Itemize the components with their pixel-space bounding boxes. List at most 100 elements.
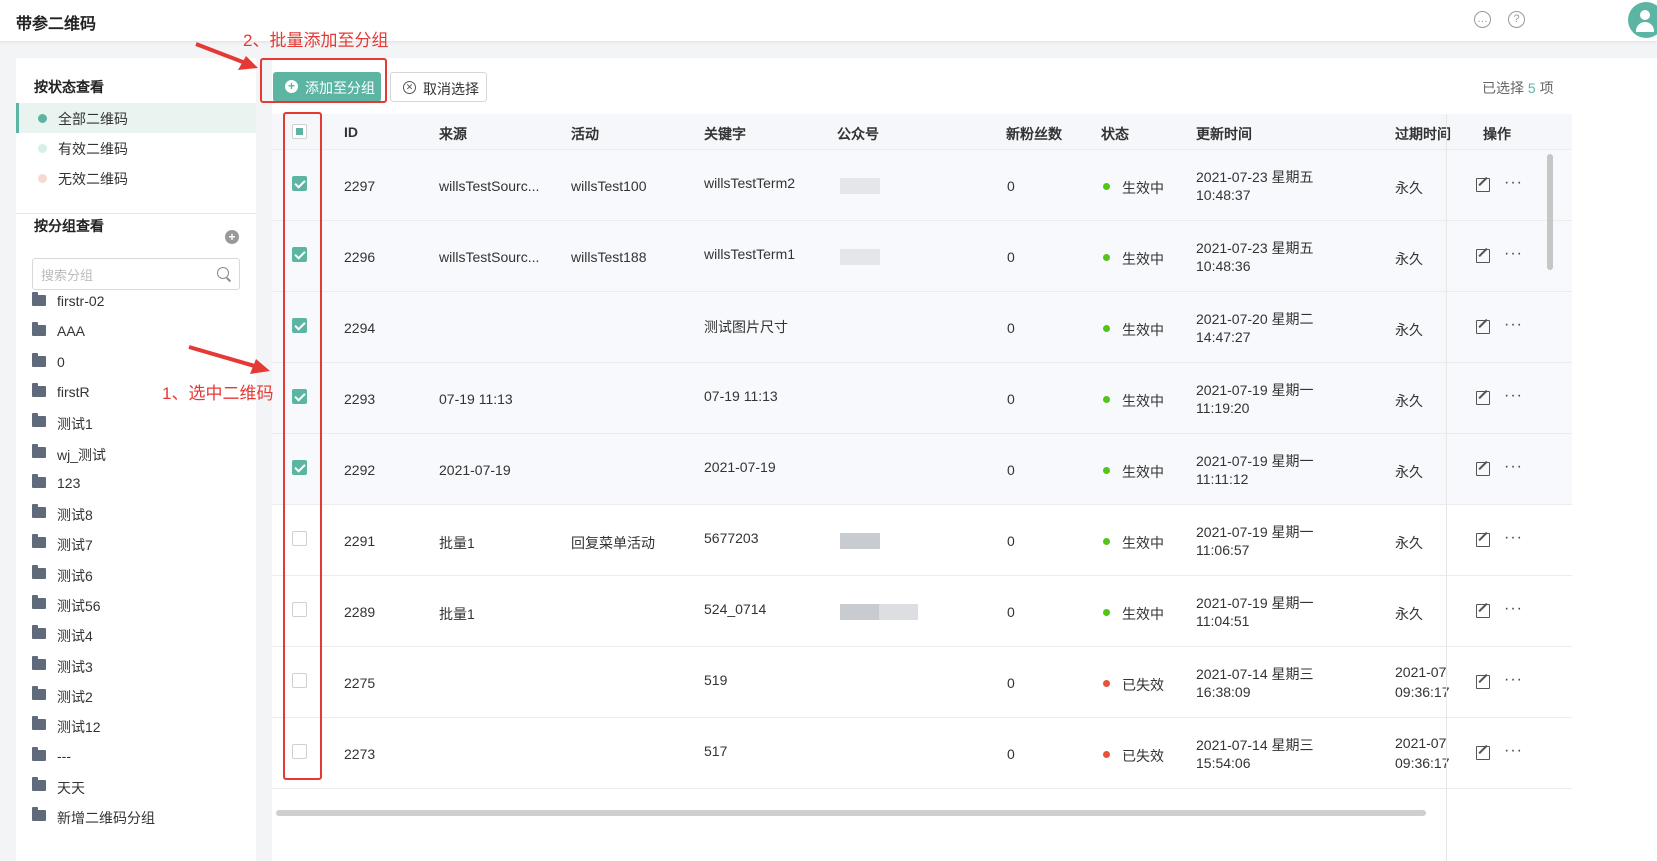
cell-status: 已失效 bbox=[1122, 748, 1164, 764]
folder-icon bbox=[32, 564, 46, 579]
group-search-input[interactable] bbox=[41, 265, 211, 285]
folder-icon bbox=[32, 655, 46, 670]
cell-expire: 永久 bbox=[1395, 180, 1423, 196]
group-item[interactable]: firstr-02 bbox=[16, 287, 256, 317]
group-item-label: 测试3 bbox=[57, 658, 93, 675]
edit-icon[interactable] bbox=[1476, 675, 1490, 689]
group-item[interactable]: wj_测试 bbox=[16, 439, 256, 469]
more-icon[interactable]: ··· bbox=[1504, 458, 1523, 476]
folder-icon bbox=[32, 534, 46, 549]
more-icon[interactable]: ··· bbox=[1504, 174, 1523, 192]
folder-icon bbox=[32, 776, 46, 791]
table-row[interactable]: 2293 07-19 11:13 07-19 11:13 0 生效中 2021-07-19… bbox=[272, 363, 1572, 434]
edit-icon[interactable] bbox=[1476, 746, 1490, 760]
table-row[interactable]: 2296 willsTestSourc... willsTest188 willsTe… bbox=[272, 221, 1572, 292]
annotation-box-checkboxes bbox=[283, 112, 322, 780]
more-icon[interactable]: ··· bbox=[1504, 245, 1523, 263]
cell-updated-date: 2021-07-19 星期一 bbox=[1196, 524, 1314, 540]
group-item[interactable]: 新增二维码分组 bbox=[16, 802, 256, 832]
cell-id: 2275 bbox=[344, 675, 376, 691]
help-icon[interactable]: ? bbox=[1508, 11, 1525, 28]
status-dot-icon bbox=[38, 144, 47, 153]
group-section-title: 按分组查看 bbox=[34, 218, 104, 234]
group-item[interactable]: --- bbox=[16, 742, 256, 772]
status-dot-icon bbox=[1103, 183, 1110, 190]
group-item[interactable]: 测试8 bbox=[16, 499, 256, 529]
group-item-label: 测试2 bbox=[57, 688, 93, 705]
edit-icon[interactable] bbox=[1476, 462, 1490, 476]
status-filter-item[interactable]: 有效二维码 bbox=[16, 133, 256, 163]
main-panel: + 添加至分组 ✕ 取消选择 已选择 5 项 ID 来源 活动 关键字 公众号 … bbox=[272, 58, 1657, 861]
more-icon[interactable]: ··· bbox=[1504, 671, 1523, 689]
search-icon[interactable] bbox=[217, 267, 229, 279]
more-icon[interactable]: ··· bbox=[1504, 316, 1523, 334]
cell-new-fans: 0 bbox=[1007, 746, 1015, 762]
cell-id: 2292 bbox=[344, 462, 376, 478]
group-item[interactable]: AAA bbox=[16, 317, 256, 347]
edit-icon[interactable] bbox=[1476, 249, 1490, 263]
status-dot-icon bbox=[1103, 467, 1110, 474]
cell-expire: 永久 bbox=[1395, 322, 1423, 338]
group-item-label: 测试7 bbox=[57, 537, 93, 554]
cell-status: 生效中 bbox=[1122, 606, 1164, 622]
cell-keyword: 2021-07-19 bbox=[704, 459, 776, 475]
group-item[interactable]: 0 bbox=[16, 348, 256, 378]
table-row[interactable]: 2297 willsTestSourc... willsTest100 willsTe… bbox=[272, 150, 1572, 221]
group-item-label: 测试8 bbox=[57, 507, 93, 524]
cell-activity: willsTest188 bbox=[571, 249, 647, 265]
folder-icon bbox=[32, 625, 46, 640]
status-filter-item[interactable]: 全部二维码 bbox=[16, 103, 256, 133]
cancel-selection-button[interactable]: ✕ 取消选择 bbox=[390, 72, 487, 102]
cell-status: 生效中 bbox=[1122, 464, 1164, 480]
table-row[interactable]: 2292 2021-07-19 2021-07-19 0 生效中 2021-07-19 星… bbox=[272, 434, 1572, 505]
more-icon[interactable]: ··· bbox=[1504, 387, 1523, 405]
edit-icon[interactable] bbox=[1476, 320, 1490, 334]
cell-new-fans: 0 bbox=[1007, 604, 1015, 620]
cell-id: 2289 bbox=[344, 604, 376, 620]
add-group-icon[interactable]: + bbox=[225, 230, 239, 244]
table-row[interactable]: 2275 519 0 已失效 2021-07-14 星期三 16:38:09 2021-07… bbox=[272, 647, 1572, 718]
user-avatar[interactable] bbox=[1628, 2, 1657, 38]
group-item[interactable]: 测试2 bbox=[16, 681, 256, 711]
group-item[interactable]: 测试12 bbox=[16, 711, 256, 741]
group-item-label: 测试12 bbox=[57, 719, 101, 736]
cell-new-fans: 0 bbox=[1007, 249, 1015, 265]
cell-id: 2296 bbox=[344, 249, 376, 265]
group-item[interactable]: 测试1 bbox=[16, 408, 256, 438]
vertical-scrollbar[interactable] bbox=[1547, 154, 1553, 270]
group-item[interactable]: 123 bbox=[16, 469, 256, 499]
account-avatar bbox=[840, 249, 880, 265]
more-icon[interactable]: ··· bbox=[1504, 742, 1523, 760]
table-row[interactable]: 2294 测试图片尺寸 0 生效中 2021-07-20 星期二 14:47:27 永久 ··… bbox=[272, 292, 1572, 363]
more-icon[interactable]: ··· bbox=[1504, 600, 1523, 618]
cell-updated-date: 2021-07-19 星期一 bbox=[1196, 453, 1314, 469]
table-row[interactable]: 2291 批量1 回复菜单活动 5677203 0 生效中 2021-07-19 星期一 11… bbox=[272, 505, 1572, 576]
sidebar-divider bbox=[16, 213, 256, 214]
status-filter-label: 有效二维码 bbox=[58, 141, 128, 157]
cell-source: willsTestSourc... bbox=[439, 178, 540, 194]
cell-updated-time: 10:48:37 bbox=[1196, 187, 1251, 203]
group-item[interactable]: 测试3 bbox=[16, 651, 256, 681]
group-item[interactable]: 天天 bbox=[16, 772, 256, 802]
fixed-column-shadow bbox=[1446, 114, 1447, 861]
annotation-box-add-button bbox=[260, 58, 387, 103]
status-filter-item[interactable]: 无效二维码 bbox=[16, 163, 256, 193]
group-item[interactable]: 测试4 bbox=[16, 620, 256, 650]
table-row[interactable]: 2289 批量1 524_0714 0 生效中 2021-07-19 星期一 11:04:5… bbox=[272, 576, 1572, 647]
horizontal-scrollbar[interactable] bbox=[276, 810, 1426, 816]
group-item-label: 测试4 bbox=[57, 628, 93, 645]
edit-icon[interactable] bbox=[1476, 391, 1490, 405]
more-icon[interactable]: ··· bbox=[1504, 529, 1523, 547]
group-item-label: firstR bbox=[57, 383, 90, 400]
cell-source: 批量1 bbox=[439, 535, 475, 551]
group-item[interactable]: 测试7 bbox=[16, 529, 256, 559]
group-item[interactable]: 测试56 bbox=[16, 590, 256, 620]
group-item[interactable]: 测试6 bbox=[16, 560, 256, 590]
edit-icon[interactable] bbox=[1476, 178, 1490, 192]
table-row[interactable]: 2273 517 0 已失效 2021-07-14 星期三 15:54:06 2021-07… bbox=[272, 718, 1572, 789]
status-dot-icon bbox=[1103, 538, 1110, 545]
message-icon[interactable]: … bbox=[1474, 11, 1491, 28]
edit-icon[interactable] bbox=[1476, 533, 1490, 547]
cell-updated-time: 15:54:06 bbox=[1196, 755, 1251, 771]
edit-icon[interactable] bbox=[1476, 604, 1490, 618]
